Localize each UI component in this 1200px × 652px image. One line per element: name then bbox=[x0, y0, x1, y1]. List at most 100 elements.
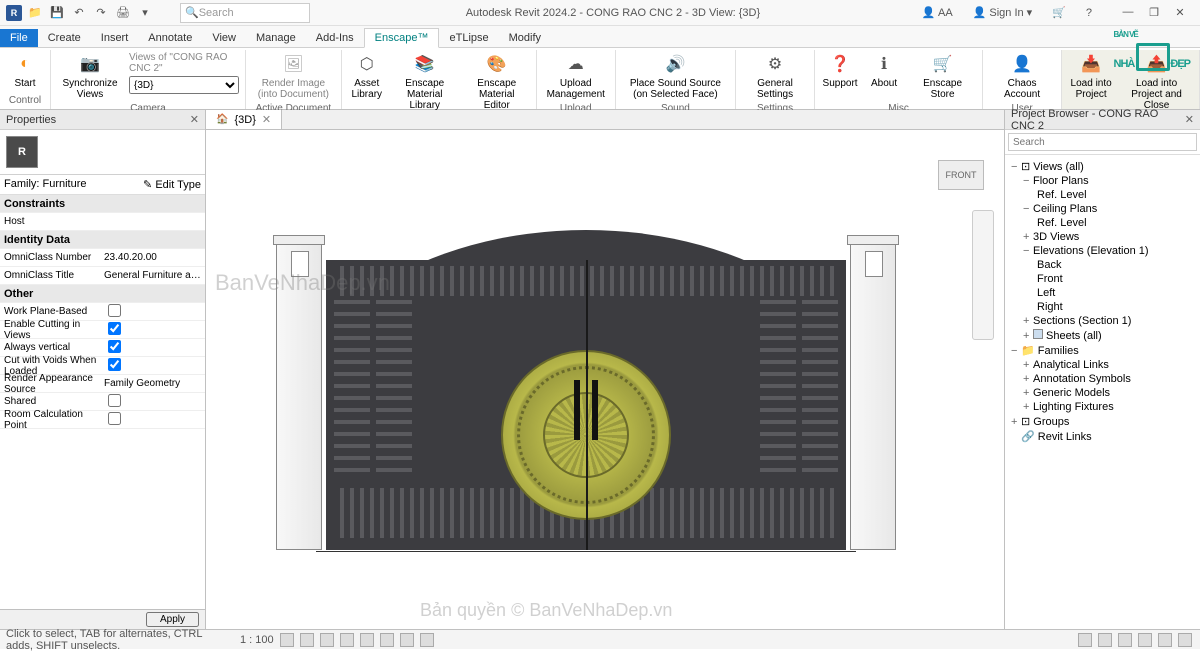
tab-enscape[interactable]: Enscape™ bbox=[364, 28, 440, 48]
place-sound-button[interactable]: 🔊Place Sound Source (on Selected Face) bbox=[620, 50, 731, 102]
tree-floor-plans[interactable]: −Floor Plans bbox=[1007, 174, 1198, 188]
chaos-account-button[interactable]: 👤Chaos Account bbox=[987, 50, 1057, 102]
crop-region-icon[interactable] bbox=[380, 633, 394, 647]
minimize-button[interactable]: — bbox=[1116, 6, 1140, 19]
search-box[interactable]: 🔍 Search bbox=[180, 3, 310, 23]
maximize-button[interactable]: ❐ bbox=[1142, 6, 1166, 19]
group-constraints[interactable]: Constraints bbox=[0, 195, 205, 213]
apply-button[interactable]: Apply bbox=[146, 612, 199, 627]
tree-ref-level-1[interactable]: Ref. Level bbox=[1007, 188, 1198, 202]
omniclass-number-value[interactable]: 23.40.20.00 bbox=[100, 252, 205, 263]
sb-icon-5[interactable] bbox=[1158, 633, 1172, 647]
enscape-store-button[interactable]: 🛒Enscape Store bbox=[907, 50, 978, 102]
group-identity[interactable]: Identity Data bbox=[0, 231, 205, 249]
material-editor-button[interactable]: 🎨Enscape Material Editor bbox=[462, 50, 532, 113]
reveal-icon[interactable] bbox=[420, 633, 434, 647]
qat-more-icon[interactable]: ▾ bbox=[136, 4, 154, 22]
visual-style-icon[interactable] bbox=[300, 633, 314, 647]
wpb-checkbox[interactable] bbox=[108, 304, 121, 317]
support-button[interactable]: ❓Support bbox=[819, 50, 861, 91]
tree-elevations[interactable]: −Elevations (Elevation 1) bbox=[1007, 244, 1198, 258]
hide-icon[interactable] bbox=[400, 633, 414, 647]
crop-icon[interactable] bbox=[360, 633, 374, 647]
sb-filter-icon[interactable] bbox=[1178, 633, 1192, 647]
tree-ceiling-plans[interactable]: −Ceiling Plans bbox=[1007, 202, 1198, 216]
av-checkbox[interactable] bbox=[108, 340, 121, 353]
sb-icon-2[interactable] bbox=[1098, 633, 1112, 647]
tab-file[interactable]: File bbox=[0, 29, 38, 47]
scale-label[interactable]: 1 : 100 bbox=[240, 634, 274, 646]
tree-elev-left[interactable]: Left bbox=[1007, 286, 1198, 300]
sync-views-button[interactable]: 📷Synchronize Views bbox=[55, 50, 125, 102]
sb-icon-4[interactable] bbox=[1138, 633, 1152, 647]
upload-mgmt-button[interactable]: ☁Upload Management bbox=[541, 50, 611, 102]
cart-icon[interactable]: 🛒 bbox=[1046, 4, 1072, 21]
tab-annotate[interactable]: Annotate bbox=[138, 29, 202, 47]
pb-search-input[interactable] bbox=[1008, 133, 1197, 151]
about-button[interactable]: ℹAbout bbox=[863, 50, 905, 91]
tab-insert[interactable]: Insert bbox=[91, 29, 139, 47]
tree-families[interactable]: −📁 Families bbox=[1007, 343, 1198, 358]
tree-sections[interactable]: +Sections (Section 1) bbox=[1007, 314, 1198, 328]
tree-elev-front[interactable]: Front bbox=[1007, 272, 1198, 286]
edit-type-button[interactable]: ✎ Edit Type bbox=[143, 178, 201, 191]
rcp-checkbox[interactable] bbox=[108, 412, 121, 425]
sb-icon-1[interactable] bbox=[1078, 633, 1092, 647]
qat-undo-icon[interactable]: ↶ bbox=[70, 4, 88, 22]
start-button[interactable]: ◐Start bbox=[4, 50, 46, 91]
general-settings-button[interactable]: ⚙General Settings bbox=[740, 50, 810, 102]
tab-etlipse[interactable]: eTLipse bbox=[439, 29, 498, 47]
tab-modify[interactable]: Modify bbox=[499, 29, 551, 47]
tree-ref-level-2[interactable]: Ref. Level bbox=[1007, 216, 1198, 230]
load-project-button[interactable]: 📥Load into Project bbox=[1066, 50, 1116, 102]
shadows-icon[interactable] bbox=[340, 633, 354, 647]
tab-create[interactable]: Create bbox=[38, 29, 91, 47]
tree-annotation[interactable]: +Annotation Symbols bbox=[1007, 372, 1198, 386]
sun-path-icon[interactable] bbox=[320, 633, 334, 647]
detail-level-icon[interactable] bbox=[280, 633, 294, 647]
tree-sheets[interactable]: +Sheets (all) bbox=[1007, 328, 1198, 343]
viewcube[interactable]: FRONT bbox=[938, 160, 984, 190]
omniclass-title-value[interactable]: General Furniture and Speci... bbox=[100, 270, 205, 281]
help-icon[interactable]: ? bbox=[1080, 5, 1098, 21]
tree-lighting[interactable]: +Lighting Fixtures bbox=[1007, 400, 1198, 414]
document-tabs: 🏠 {3D} ✕ bbox=[206, 110, 1004, 130]
sb-icon-3[interactable] bbox=[1118, 633, 1132, 647]
views-select[interactable]: {3D} bbox=[129, 76, 239, 94]
canvas-area: 🏠 {3D} ✕ FRONT bbox=[206, 110, 1004, 629]
properties-close-icon[interactable]: ✕ bbox=[190, 113, 199, 126]
tab-manage[interactable]: Manage bbox=[246, 29, 306, 47]
sign-in-button[interactable]: 👤 Sign In ▾ bbox=[967, 4, 1038, 21]
close-button[interactable]: ✕ bbox=[1168, 6, 1192, 19]
ecv-checkbox[interactable] bbox=[108, 322, 121, 335]
qat-print-icon[interactable]: 🖨 bbox=[114, 4, 132, 22]
asset-library-button[interactable]: ⬡Asset Library bbox=[346, 50, 388, 102]
cvwl-checkbox[interactable] bbox=[108, 358, 121, 371]
tree-revit-links[interactable]: 🔗 Revit Links bbox=[1007, 429, 1198, 444]
tree-groups[interactable]: +⊡ Groups bbox=[1007, 414, 1198, 429]
navigation-bar[interactable] bbox=[972, 210, 994, 340]
qat-open-icon[interactable]: 📁 bbox=[26, 4, 44, 22]
material-library-button[interactable]: 📚Enscape Material Library bbox=[390, 50, 460, 113]
tree-3d-views[interactable]: +3D Views bbox=[1007, 230, 1198, 244]
qat-redo-icon[interactable]: ↷ bbox=[92, 4, 110, 22]
tree-elev-back[interactable]: Back bbox=[1007, 258, 1198, 272]
viewport[interactable]: FRONT bbox=[206, 130, 1004, 629]
tab-view[interactable]: View bbox=[202, 29, 246, 47]
group-other[interactable]: Other bbox=[0, 285, 205, 303]
views-combo[interactable]: Views of "CONG RAO CNC 2" {3D} bbox=[127, 50, 241, 96]
tree-generic[interactable]: +Generic Models bbox=[1007, 386, 1198, 400]
autodesk-account-icon[interactable]: 👤 AA bbox=[916, 4, 959, 21]
qat-save-icon[interactable]: 💾 bbox=[48, 4, 66, 22]
app-icon[interactable]: R bbox=[6, 5, 22, 21]
tree-analytical[interactable]: +Analytical Links bbox=[1007, 358, 1198, 372]
tab-addins[interactable]: Add-Ins bbox=[306, 29, 364, 47]
pb-close-icon[interactable]: ✕ bbox=[1185, 113, 1194, 126]
ras-value[interactable]: Family Geometry bbox=[100, 378, 205, 389]
tree-views[interactable]: −⊡ Views (all) bbox=[1007, 159, 1198, 174]
shared-checkbox[interactable] bbox=[108, 394, 121, 407]
tree-elev-right[interactable]: Right bbox=[1007, 300, 1198, 314]
status-bar: Click to select, TAB for alternates, CTR… bbox=[0, 629, 1200, 649]
document-tab[interactable]: 🏠 {3D} ✕ bbox=[206, 110, 282, 129]
tab-close-icon[interactable]: ✕ bbox=[262, 113, 271, 126]
